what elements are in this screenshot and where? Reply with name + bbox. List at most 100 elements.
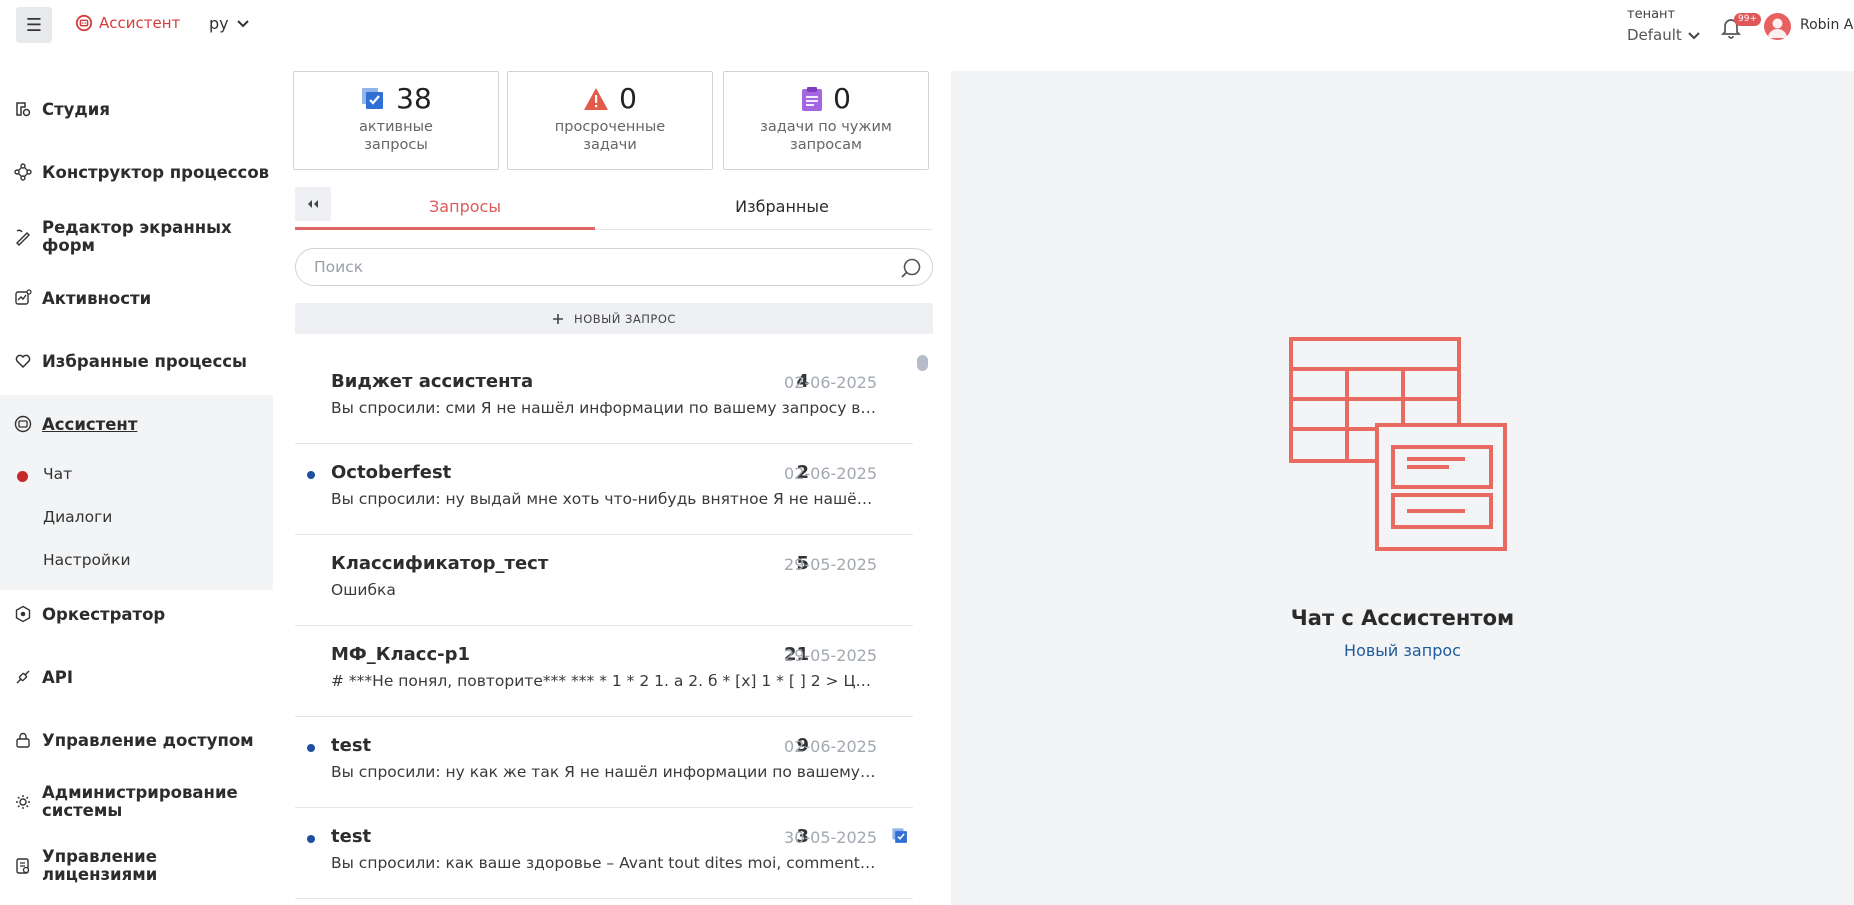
panel-title: Чат с Ассистентом xyxy=(1290,606,1515,630)
list-item[interactable]: test 3 30-05-2025 Вы спросили: как ваше … xyxy=(295,808,913,899)
list-item[interactable]: Классификатор_тест 5 29-05-2025 Ошибка xyxy=(295,535,913,626)
heart-icon xyxy=(15,354,31,369)
sidebar-item-license-management[interactable]: Управление лицензиями xyxy=(0,844,273,888)
sidebar-item-studio[interactable]: Студия xyxy=(0,94,273,124)
unread-dot xyxy=(307,471,315,479)
request-preview: Вы спросили: как ваше здоровье – Avant t… xyxy=(331,854,877,872)
sidebar-item-label: Администрирование системы xyxy=(42,783,238,820)
request-date: 02-06-2025 xyxy=(784,464,877,483)
plus-icon xyxy=(553,313,564,324)
user-icon xyxy=(1768,18,1787,38)
double-chevron-left-icon xyxy=(308,200,318,208)
sidebar-item-activities[interactable]: Активности xyxy=(0,283,273,313)
request-title: Octoberfest xyxy=(331,462,452,483)
request-title: test xyxy=(331,826,372,847)
unread-dot xyxy=(307,835,315,843)
sidebar-item-label: API xyxy=(42,667,74,687)
user-name: Robin A. xyxy=(1800,17,1854,33)
request-title: МФ_Класс-р1 xyxy=(331,644,471,665)
sidebar-item-label: Активности xyxy=(42,288,152,308)
tenant-dropdown[interactable]: Default xyxy=(1627,25,1700,46)
active-indicator-dot xyxy=(17,471,28,482)
search-placeholder: Поиск xyxy=(314,258,364,276)
stat-overdue-tasks[interactable]: 0 просроченные задачи xyxy=(507,71,713,170)
stat-foreign-tasks[interactable]: 0 задачи по чужим запросам xyxy=(723,71,929,170)
request-title: test xyxy=(331,735,372,756)
stat-active-requests[interactable]: 38 активные запросы xyxy=(293,71,499,170)
request-preview: Вы спросили: ну как же так Я не нашёл ин… xyxy=(331,763,877,781)
brand-label: Ассистент xyxy=(99,14,181,32)
collapse-list-button[interactable] xyxy=(295,187,331,221)
new-request-button[interactable]: НОВЫЙ ЗАПРОС xyxy=(295,303,933,334)
language-select[interactable]: ру xyxy=(209,14,249,33)
notification-badge: 99+ xyxy=(1734,13,1761,26)
request-preview: Вы спросили: сми Я не нашёл информации п… xyxy=(331,399,877,417)
sidebar-item-form-editor[interactable]: Редактор экранных форм xyxy=(0,215,273,259)
list-item[interactable]: Octoberfest 2 02-06-2025 Вы спросили: ну… xyxy=(295,444,913,535)
sidebar: Студия Конструктор процессов Редактор эк… xyxy=(0,52,273,905)
stat-value: 0 xyxy=(619,82,637,115)
sidebar-item-access-control[interactable]: Управление доступом xyxy=(0,725,273,755)
list-item[interactable]: МФ_Класс-р1 21 29-05-2025 # ***Не понял,… xyxy=(295,626,913,717)
request-title: Классификатор_тест xyxy=(331,553,549,574)
new-request-link[interactable]: Новый запрос xyxy=(951,641,1854,660)
search-icon[interactable] xyxy=(900,257,922,279)
sidebar-item-label: Оркестратор xyxy=(42,604,166,624)
request-date: 02-06-2025 xyxy=(784,373,877,392)
sidebar-item-assistant[interactable]: Ассистент xyxy=(0,409,273,439)
request-preview: Ошибка xyxy=(331,581,396,599)
active-tab-indicator xyxy=(295,227,595,230)
tab-requests[interactable]: Запросы xyxy=(340,188,590,230)
sidebar-item-label: Студия xyxy=(42,99,110,119)
sidebar-item-label: Редактор экранных форм xyxy=(42,218,232,255)
sidebar-subitem-settings[interactable]: Настройки xyxy=(43,551,131,569)
search-input[interactable]: Поиск xyxy=(295,248,933,286)
language-value: ру xyxy=(209,14,229,33)
top-bar: ☰ Ассистент ру тенант Default 99+ Robin … xyxy=(0,0,1854,52)
sidebar-item-system-admin[interactable]: Администрирование системы xyxy=(0,780,273,824)
tenant-value: Default xyxy=(1627,26,1682,44)
process-icon xyxy=(14,163,32,181)
sidebar-item-label: Управление лицензиями xyxy=(42,847,158,884)
sidebar-item-label: Управление доступом xyxy=(42,730,254,750)
chat-panel: Чат с Ассистентом Новый запрос xyxy=(951,71,1854,905)
active-requests-icon xyxy=(362,88,384,109)
sidebar-subitem-dialogs[interactable]: Диалоги xyxy=(43,508,112,526)
active-requests-icon xyxy=(892,828,907,843)
sidebar-item-label: Ассистент xyxy=(42,414,138,434)
tab-favorites[interactable]: Избранные xyxy=(650,188,914,230)
assistant-icon xyxy=(14,415,32,433)
request-preview: Вы спросили: ну выдай мне хоть что-нибуд… xyxy=(331,490,877,508)
form-editor-icon xyxy=(16,229,30,246)
sidebar-subitem-chat[interactable]: Чат xyxy=(43,465,72,483)
warning-icon xyxy=(584,88,609,110)
scrollbar[interactable] xyxy=(917,355,928,371)
request-date: 29-05-2025 xyxy=(784,555,877,574)
sidebar-item-orchestrator[interactable]: Оркестратор xyxy=(0,599,273,629)
list-item[interactable]: Виджет ассистента 4 02-06-2025 Вы спроси… xyxy=(295,353,913,444)
activities-icon xyxy=(15,289,32,305)
list-item[interactable]: test 9 02-06-2025 Вы спросили: ну как же… xyxy=(295,717,913,808)
api-icon xyxy=(16,670,30,684)
hamburger-menu-button[interactable]: ☰ xyxy=(16,7,52,43)
brand[interactable]: Ассистент xyxy=(75,14,180,32)
lock-icon xyxy=(16,732,30,748)
request-title: Виджет ассистента xyxy=(331,371,534,392)
sidebar-item-favorite-processes[interactable]: Избранные процессы xyxy=(0,346,273,376)
orchestrator-icon xyxy=(15,605,31,623)
stat-value: 0 xyxy=(833,82,851,115)
chevron-down-icon xyxy=(236,19,249,27)
stat-label: задачи по чужим запросам xyxy=(760,119,892,153)
stat-label: просроченные задачи xyxy=(554,119,666,153)
studio-icon xyxy=(16,102,31,117)
tenant-selector[interactable]: тенант Default xyxy=(1627,4,1700,46)
request-date: 30-05-2025 xyxy=(784,828,877,847)
sidebar-item-label: Избранные процессы xyxy=(42,351,247,371)
sidebar-item-api[interactable]: API xyxy=(0,662,273,692)
assistant-logo-icon xyxy=(75,14,93,32)
new-request-label: НОВЫЙ ЗАПРОС xyxy=(574,311,676,326)
clipboard-icon xyxy=(802,87,823,111)
sidebar-item-process-builder[interactable]: Конструктор процессов xyxy=(0,157,273,187)
avatar[interactable] xyxy=(1764,13,1791,40)
chevron-down-icon xyxy=(1688,31,1700,39)
